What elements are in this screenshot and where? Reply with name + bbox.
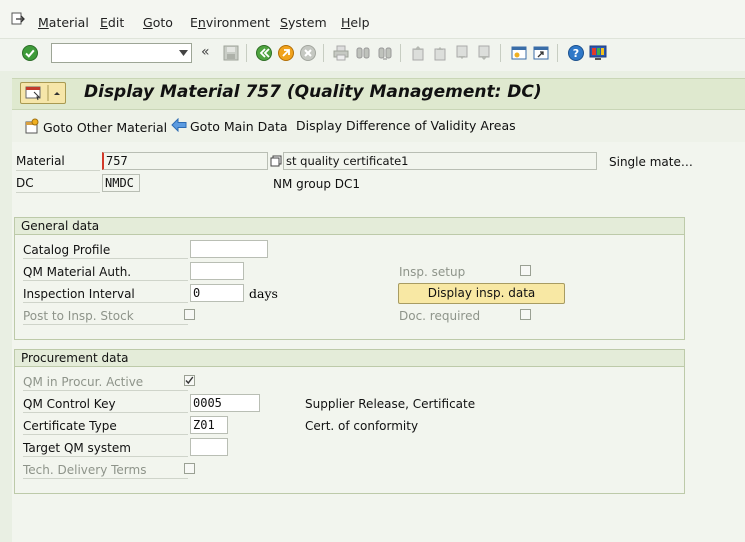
toolbar-separator: [323, 44, 324, 62]
toolbar-separator: [400, 44, 401, 62]
goto-main-data-label: Goto Main Data: [190, 119, 288, 134]
catalog-profile-label: Catalog Profile: [23, 242, 188, 259]
find-icon: [354, 44, 372, 62]
menu-help[interactable]: Help: [341, 15, 370, 30]
display-insp-data-button[interactable]: Display insp. data: [398, 283, 565, 304]
inspection-interval-field[interactable]: 0: [190, 284, 244, 302]
dc-field[interactable]: NMDC: [102, 174, 140, 192]
prev-page-icon: [431, 44, 449, 62]
post-to-insp-stock-label: Post to Insp. Stock: [23, 308, 188, 325]
general-data-title: General data: [15, 218, 684, 235]
next-page-icon: [453, 44, 471, 62]
qm-control-key-label: QM Control Key: [23, 396, 188, 413]
new-session-icon[interactable]: [510, 44, 528, 62]
collapse-toolbar-icon[interactable]: «: [201, 44, 210, 60]
material-label: Material: [16, 153, 100, 171]
catalog-profile-field[interactable]: [190, 240, 268, 258]
qm-control-key-text: Supplier Release, Certificate: [305, 397, 476, 411]
post-to-insp-stock-checkbox: [184, 309, 195, 320]
menu-material[interactable]: Material: [38, 15, 89, 30]
other-material-icon: [24, 118, 40, 137]
qm-control-key-field[interactable]: 0005: [190, 394, 260, 412]
first-page-icon: [409, 44, 427, 62]
back-icon[interactable]: [255, 44, 273, 62]
dc-description: NM group DC1: [273, 177, 361, 191]
dc-label: DC: [16, 175, 100, 193]
menu-edit[interactable]: Edit: [100, 15, 124, 30]
print-icon: [332, 44, 350, 62]
customize-layout-icon[interactable]: [589, 44, 607, 62]
doc-required-checkbox: [520, 309, 531, 320]
help-icon[interactable]: ?: [567, 44, 585, 62]
chevron-down-icon[interactable]: [175, 44, 191, 62]
system-menu-icon[interactable]: [11, 12, 25, 26]
target-qm-system-label: Target QM system: [23, 440, 188, 457]
certificate-type-text: Cert. of conformity: [305, 419, 419, 433]
page-title: Display Material 757 (Quality Management…: [84, 82, 542, 102]
find-next-icon: [376, 44, 394, 62]
toolbar-separator: [246, 44, 247, 62]
menu-goto[interactable]: Goto: [143, 15, 173, 30]
display-difference-label: Display Difference of Validity Areas: [296, 118, 516, 133]
goto-other-material-button[interactable]: Goto Other Material: [24, 118, 167, 137]
shortcut-icon[interactable]: [532, 44, 550, 62]
tech-delivery-terms-label: Tech. Delivery Terms: [23, 462, 188, 479]
tech-delivery-terms-checkbox: [184, 463, 195, 474]
qm-in-procur-active-checkbox: [184, 375, 195, 386]
material-description-field: st quality certificate1: [283, 152, 597, 170]
last-page-icon: [475, 44, 493, 62]
menu-system[interactable]: System: [280, 15, 327, 30]
doc-required-label: Doc. required: [399, 309, 481, 323]
certificate-type-field[interactable]: Z01: [190, 416, 228, 434]
application-menu-button[interactable]: [20, 82, 66, 104]
exit-icon[interactable]: [277, 44, 295, 62]
svg-text:?: ?: [573, 47, 579, 60]
display-difference-button[interactable]: Display Difference of Validity Areas: [296, 118, 516, 133]
command-field[interactable]: [51, 43, 192, 63]
qm-material-auth-field[interactable]: [190, 262, 244, 280]
material-field[interactable]: 757: [102, 152, 268, 170]
material-type-text: Single mate…: [609, 155, 693, 169]
insp-setup-label: Insp. setup: [399, 265, 466, 279]
goto-other-material-label: Goto Other Material: [43, 120, 168, 135]
qm-material-auth-label: QM Material Auth.: [23, 264, 188, 281]
toolbar-separator: [557, 44, 558, 62]
target-qm-system-field[interactable]: [190, 438, 228, 456]
arrow-left-icon: [171, 117, 187, 135]
checkmark-icon: [185, 376, 194, 385]
toolbar-separator: [500, 44, 501, 62]
menu-environment[interactable]: Environment: [190, 15, 270, 30]
copy-icon[interactable]: [270, 155, 282, 170]
save-icon: [222, 44, 240, 62]
procurement-data-title: Procurement data: [15, 350, 684, 367]
cancel-icon: [299, 44, 317, 62]
insp-setup-checkbox: [520, 265, 531, 276]
enter-check-icon[interactable]: [21, 44, 39, 62]
certificate-type-label: Certificate Type: [23, 418, 188, 435]
goto-main-data-button[interactable]: Goto Main Data: [171, 117, 288, 135]
inspection-interval-unit: days: [249, 286, 278, 301]
inspection-interval-label: Inspection Interval: [23, 286, 188, 303]
qm-in-procur-active-label: QM in Procur. Active: [23, 374, 188, 391]
